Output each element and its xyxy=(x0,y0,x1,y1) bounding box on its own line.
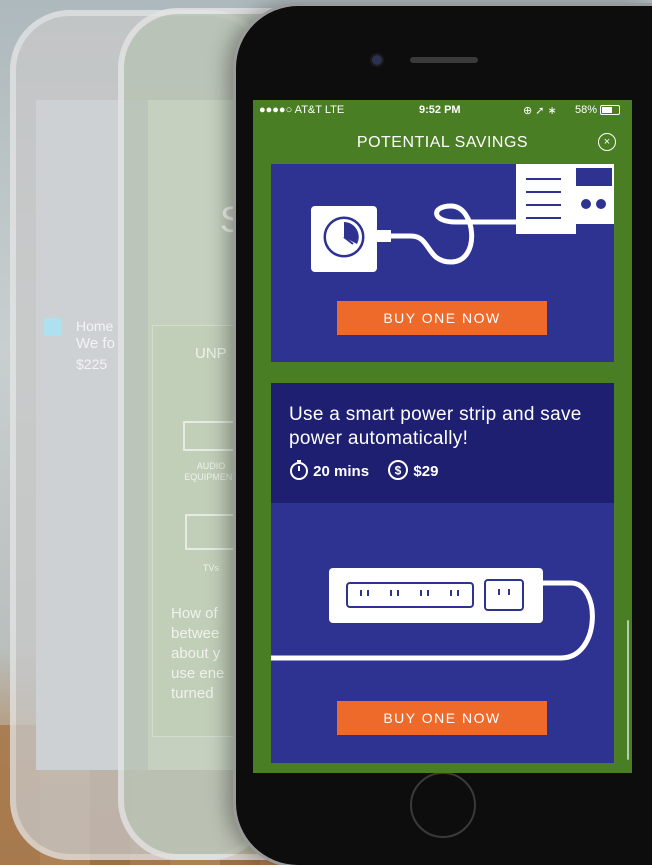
card-header: Use a smart power strip and save power a… xyxy=(271,383,614,503)
buy-now-button[interactable]: BUY ONE NOW xyxy=(337,301,547,335)
power-strip-illustration xyxy=(271,568,595,661)
card-title: Use a smart power strip and save power a… xyxy=(289,404,582,449)
carrier-signal: ●●●●○ AT&T LTE xyxy=(259,104,345,116)
stopwatch-icon xyxy=(289,459,309,485)
home-button[interactable] xyxy=(410,772,476,838)
savings-card-timer: BUY ONE NOW xyxy=(271,164,614,362)
dollar-icon: $ xyxy=(387,459,409,485)
timer-plug-illustration xyxy=(311,164,614,272)
buy-now-button[interactable]: BUY ONE NOW xyxy=(337,701,547,735)
ghost-item-tvs: TVs xyxy=(203,563,220,573)
front-camera xyxy=(372,55,382,65)
page-title: POTENTIAL SAVINGS xyxy=(356,134,529,151)
battery-icon xyxy=(600,105,620,115)
time-estimate: 20 mins xyxy=(313,462,370,480)
status-icons: ⊕ ➚ ∗ xyxy=(523,105,557,117)
ghost-paragraph: How of betwee about y use ene turned xyxy=(171,605,225,702)
svg-text:$: $ xyxy=(395,464,402,478)
ghost-box-label: UNP xyxy=(195,345,227,362)
audio-equipment-icon xyxy=(183,421,237,451)
ghost-amount: $225 xyxy=(76,356,108,372)
status-bar: ●●●●○ AT&T LTE 9:52 PM ⊕ ➚ ∗ 58% xyxy=(253,100,632,120)
nav-bar: POTENTIAL SAVINGS × xyxy=(253,120,632,164)
ghost-label: Home xyxy=(76,318,114,334)
battery-percent: 58% xyxy=(575,104,598,116)
status-time: 9:52 PM xyxy=(419,104,461,116)
scrollbar[interactable] xyxy=(627,620,629,760)
close-icon[interactable]: × xyxy=(598,133,616,151)
tv-icon xyxy=(185,514,235,550)
app-screen: ●●●●○ AT&T LTE 9:52 PM ⊕ ➚ ∗ 58% POTENTI… xyxy=(253,100,632,773)
checkbox-icon xyxy=(44,318,62,336)
savings-card-power-strip: Use a smart power strip and save power a… xyxy=(271,383,614,763)
card-meta: 20 mins $ $29 xyxy=(289,459,438,485)
earpiece-speaker xyxy=(410,57,478,63)
ghost-line: We fo xyxy=(76,335,115,352)
ghost-item-audio: AUDIO EQUIPMENT xyxy=(184,461,238,482)
cost-estimate: $29 xyxy=(413,462,439,480)
